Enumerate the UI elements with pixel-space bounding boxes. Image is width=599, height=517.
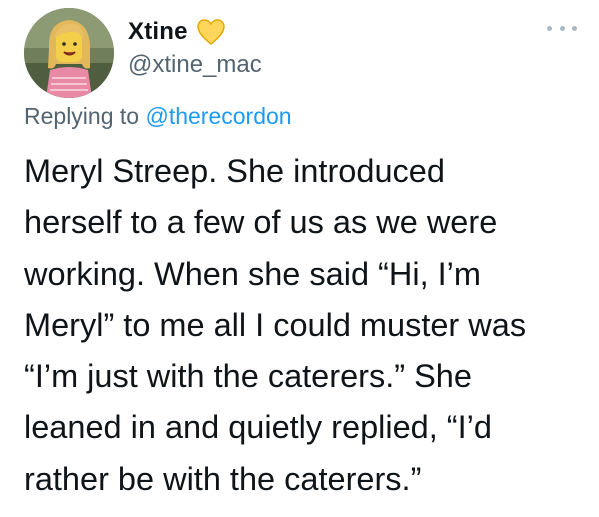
replying-to: Replying to @therecordon [24, 103, 292, 130]
replying-to-label: Replying to [24, 103, 140, 129]
author-handle[interactable]: @xtine_mac [128, 51, 262, 79]
tweet-line: leaned in and quietly replied, “I’d [24, 409, 492, 446]
tweet-card: Xtine @xtine_mac Replying to @therecordo… [0, 0, 599, 517]
tweet-line: herself to a few of us as we were [24, 204, 498, 241]
yellow-heart-icon [196, 18, 226, 46]
tweet-line: Meryl Streep. She introduced [24, 153, 445, 189]
display-name[interactable]: Xtine [128, 18, 188, 46]
more-options-icon[interactable] [547, 22, 577, 34]
dot [572, 25, 577, 31]
lego-minifigure-avatar-icon [24, 8, 114, 98]
tweet-line: “I’m just with the caterers.” She [24, 358, 472, 395]
tweet-line: working. When she said “Hi, I’m [24, 255, 481, 292]
tweet-body: Meryl Streep. She introduced herself to … [24, 146, 584, 505]
author-name-row[interactable]: Xtine [128, 16, 226, 48]
tweet-line: rather be with the caterers.” [24, 460, 422, 497]
dot [559, 25, 565, 31]
avatar[interactable] [24, 8, 114, 98]
dot [547, 25, 552, 31]
reply-mention-link[interactable]: @therecordon [145, 103, 291, 129]
tweet-line: Meryl” to me all I could muster was [24, 306, 527, 343]
